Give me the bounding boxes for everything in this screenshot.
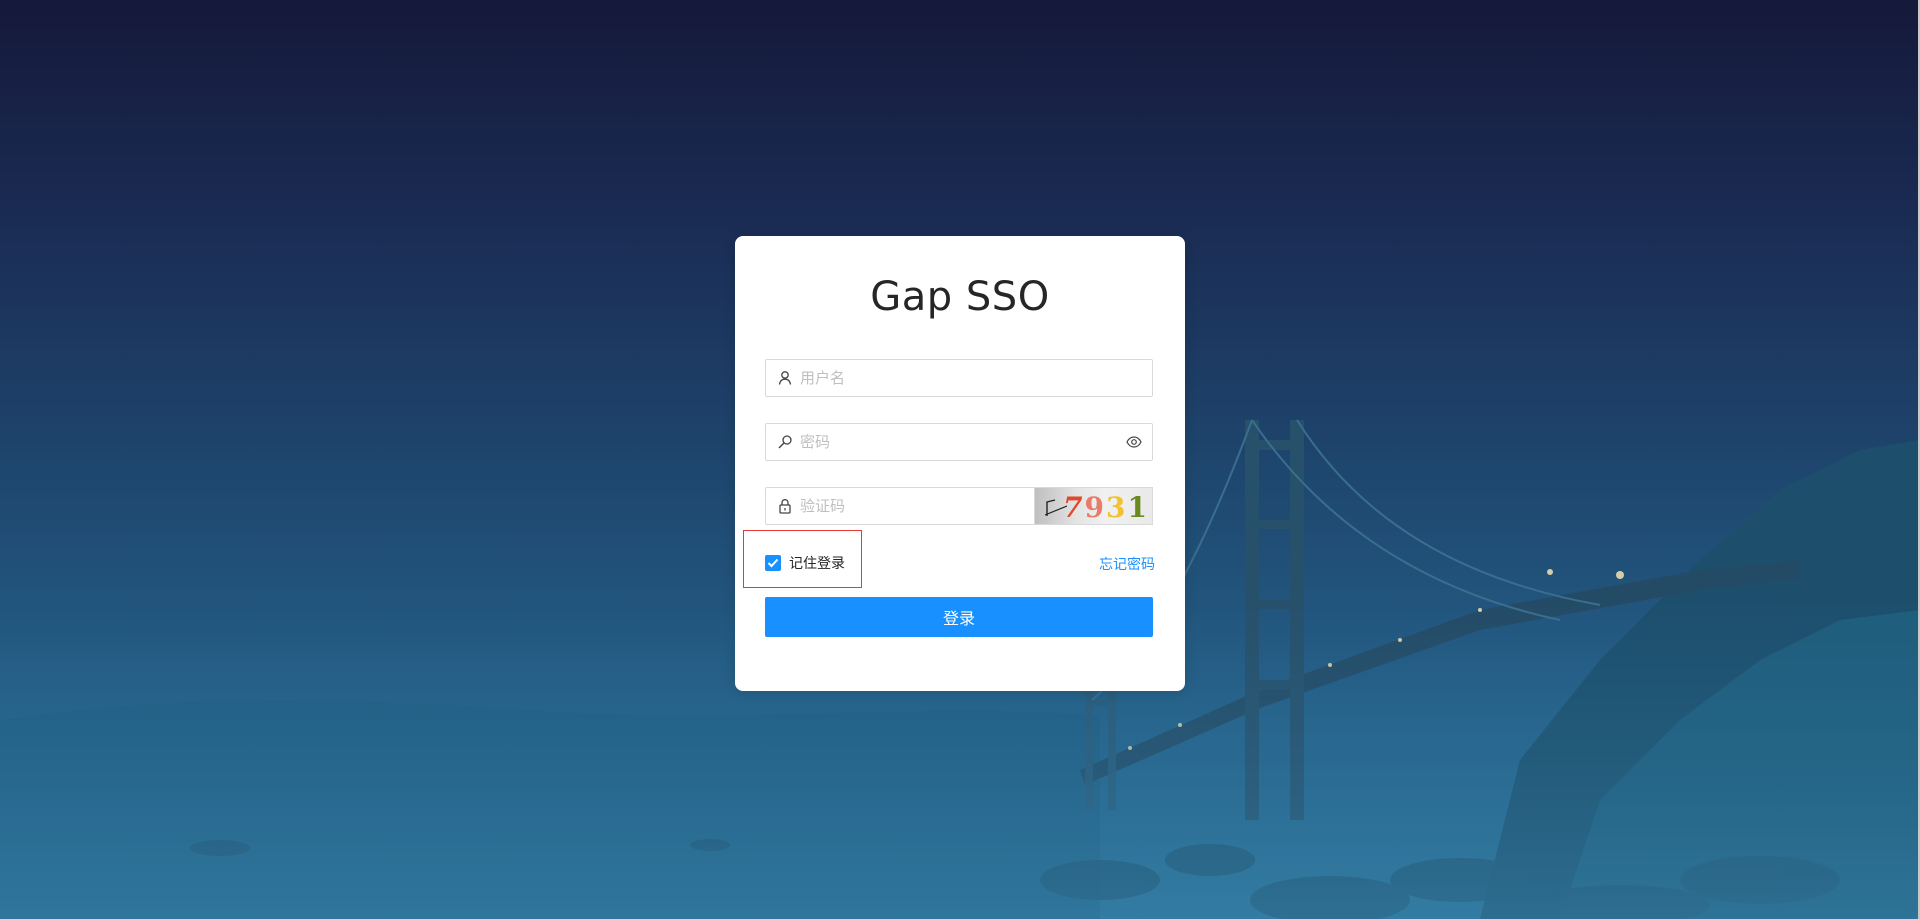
key-icon <box>778 435 792 449</box>
checkbox-box[interactable] <box>765 555 781 571</box>
captcha-image[interactable]: 7931 <box>1034 487 1153 525</box>
username-field[interactable] <box>765 359 1153 397</box>
forgot-password-link[interactable]: 忘记密码 <box>1099 554 1155 574</box>
lock-icon <box>779 499 791 514</box>
password-input[interactable] <box>800 424 1110 460</box>
captcha-digits: 7931 <box>1063 491 1149 524</box>
user-icon <box>778 371 792 385</box>
password-field[interactable] <box>765 423 1153 461</box>
captcha-field[interactable] <box>765 487 1035 525</box>
login-card: Gap SSO 用户名 验证码 7931 记住登录 忘记密码 登录 <box>735 236 1185 691</box>
username-input[interactable] <box>800 360 1140 396</box>
captcha-digit: 3 <box>1105 491 1128 524</box>
captcha-input[interactable] <box>800 488 1025 524</box>
page-title: Gap SSO <box>870 274 1050 320</box>
captcha-digit: 1 <box>1127 491 1149 524</box>
login-button[interactable]: 登录 <box>765 597 1153 637</box>
remember-checkbox[interactable]: 记住登录 <box>765 554 845 572</box>
captcha-digit: 9 <box>1084 491 1106 524</box>
captcha-digit: 7 <box>1063 491 1085 524</box>
login-page: Gap SSO 用户名 验证码 7931 记住登录 忘记密码 登录 <box>0 0 1920 919</box>
checkmark-icon <box>767 558 779 568</box>
eye-icon[interactable] <box>1126 435 1142 449</box>
remember-label[interactable]: 记住登录 <box>789 553 845 573</box>
